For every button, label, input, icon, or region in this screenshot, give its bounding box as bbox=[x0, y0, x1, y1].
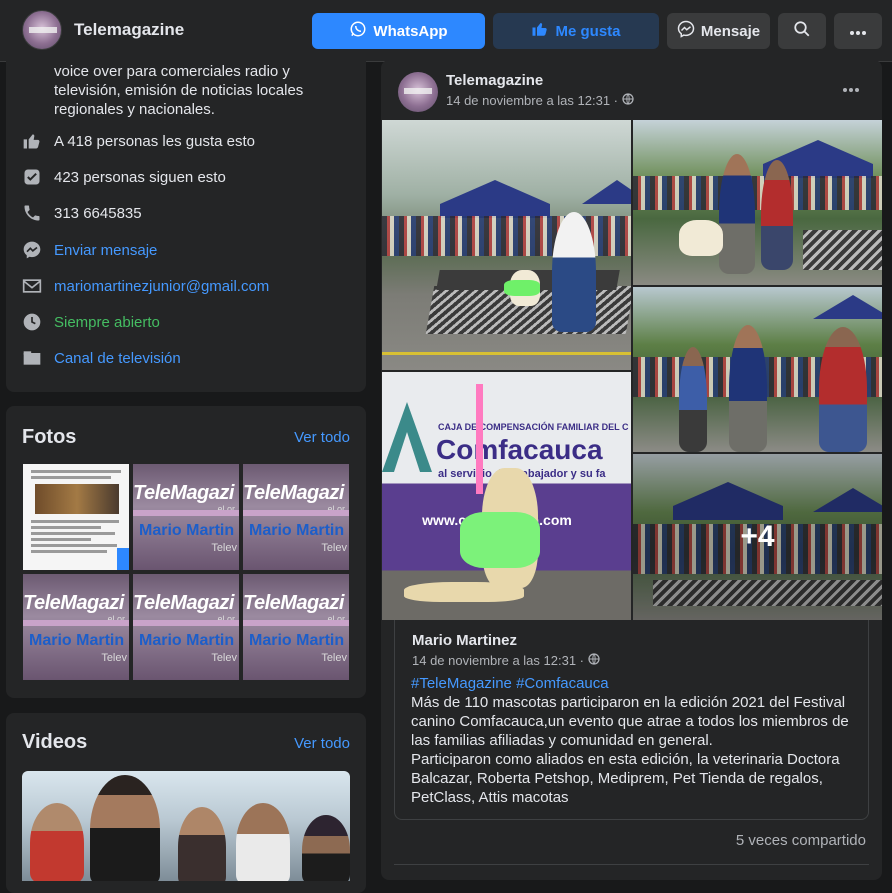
messenger-icon bbox=[22, 240, 42, 260]
likes-count: A 418 personas les gusta esto bbox=[54, 132, 255, 150]
photos-title: Fotos bbox=[22, 426, 77, 448]
followers-row: 423 personas siguen esto bbox=[22, 166, 226, 188]
tag-icon bbox=[22, 348, 42, 368]
original-timestamp[interactable]: 14 de noviembre a las 12:31 · bbox=[412, 653, 600, 668]
post-photo[interactable] bbox=[382, 120, 631, 370]
videos-see-all-link[interactable]: Ver todo bbox=[294, 735, 350, 752]
envelope-icon bbox=[22, 276, 42, 296]
globe-icon bbox=[588, 653, 600, 668]
divider bbox=[394, 864, 869, 865]
photo-thumbnail[interactable]: TeleMagazi el or Mario Martin Telev bbox=[133, 464, 239, 570]
like-label: Me gusta bbox=[555, 22, 621, 40]
original-author-name[interactable]: Mario Martinez bbox=[412, 632, 517, 649]
send-message-link[interactable]: Enviar mensaje bbox=[54, 242, 157, 259]
post-photo[interactable]: CAJA DE COMPENSACIÓN FAMILIAR DEL C Comf… bbox=[382, 372, 631, 620]
post-timestamp[interactable]: 14 de noviembre a las 12:31 · bbox=[446, 93, 634, 108]
post-text: #TeleMagazine #Comfacauca Más de 110 mas… bbox=[411, 674, 861, 807]
more-photos-count: +4 bbox=[633, 454, 882, 620]
clock-icon bbox=[22, 312, 42, 332]
photo-thumbnail[interactable]: TeleMagazi el or Mario Martin Telev bbox=[23, 574, 129, 680]
phone-number[interactable]: 313 6645835 bbox=[54, 205, 142, 222]
post-paragraph: Participaron como aliados en esta edició… bbox=[411, 751, 840, 806]
opening-hours: Siempre abierto bbox=[54, 313, 160, 331]
like-icon bbox=[22, 131, 42, 151]
videos-card: Videos Ver todo bbox=[6, 713, 366, 893]
post-author-avatar[interactable] bbox=[398, 72, 438, 112]
photo-thumbnail[interactable]: TeleMagazi el or Mario Martin Telev bbox=[243, 464, 349, 570]
photo-thumbnail[interactable]: TeleMagazi el or Mario Martin Telev bbox=[243, 574, 349, 680]
post-card: Telemagazine 14 de noviembre a las 12:31… bbox=[381, 60, 882, 880]
post-paragraph: Más de 110 mascotas participaron en la e… bbox=[411, 694, 849, 749]
shared-post: Mario Martinez 14 de noviembre a las 12:… bbox=[394, 620, 869, 820]
photo-thumbnail[interactable]: TeleMagazi el or Mario Martin Telev bbox=[133, 574, 239, 680]
email-row[interactable]: mariomartinezjunior@gmail.com bbox=[22, 275, 269, 297]
likes-row: A 418 personas les gusta esto bbox=[22, 130, 255, 152]
whatsapp-button[interactable]: WhatsApp bbox=[312, 13, 485, 49]
video-thumbnail[interactable] bbox=[22, 771, 350, 881]
send-message-row[interactable]: Enviar mensaje bbox=[22, 239, 157, 261]
phone-row: 313 6645835 bbox=[22, 202, 142, 224]
videos-title: Videos bbox=[22, 731, 88, 753]
whatsapp-icon bbox=[349, 20, 367, 42]
more-photos-tile[interactable]: +4 bbox=[633, 454, 882, 620]
post-hashtags[interactable]: #TeleMagazine #Comfacauca bbox=[411, 674, 861, 693]
about-description: voice over para comerciales radio y tele… bbox=[54, 63, 304, 118]
whatsapp-label: WhatsApp bbox=[373, 22, 448, 40]
post-photo[interactable] bbox=[633, 287, 882, 452]
photos-see-all-link[interactable]: Ver todo bbox=[294, 429, 350, 446]
page-header: Telemagazine WhatsApp Me gusta Mensaje bbox=[0, 0, 892, 62]
page-avatar[interactable] bbox=[22, 10, 62, 50]
thumbs-up-icon bbox=[531, 20, 549, 42]
followers-count: 423 personas siguen esto bbox=[54, 168, 226, 186]
email-link[interactable]: mariomartinezjunior@gmail.com bbox=[54, 278, 269, 295]
post-more-button[interactable] bbox=[842, 80, 860, 98]
photos-card: Fotos Ver todo TeleMagazi el or Mario Ma… bbox=[6, 406, 366, 698]
category-link[interactable]: Canal de televisión bbox=[54, 350, 181, 367]
about-card: voice over para comerciales radio y tele… bbox=[6, 60, 366, 392]
messenger-icon bbox=[677, 20, 695, 42]
like-page-button[interactable]: Me gusta bbox=[493, 13, 659, 49]
follow-check-icon bbox=[22, 167, 42, 187]
phone-icon bbox=[22, 203, 42, 223]
message-button[interactable]: Mensaje bbox=[667, 13, 770, 49]
share-count[interactable]: 5 veces compartido bbox=[736, 832, 866, 849]
hours-row: Siempre abierto bbox=[22, 311, 160, 333]
more-icon bbox=[849, 23, 867, 40]
page-title[interactable]: Telemagazine bbox=[74, 20, 184, 40]
post-author-name[interactable]: Telemagazine bbox=[446, 72, 543, 89]
search-icon bbox=[793, 20, 811, 42]
message-label: Mensaje bbox=[700, 22, 761, 40]
search-button[interactable] bbox=[778, 13, 826, 49]
globe-icon bbox=[622, 93, 634, 108]
photo-thumbnail[interactable] bbox=[23, 464, 129, 570]
category-row[interactable]: Canal de televisión bbox=[22, 347, 181, 369]
post-photo[interactable] bbox=[633, 120, 882, 285]
more-icon bbox=[842, 80, 860, 97]
more-options-button[interactable] bbox=[834, 13, 882, 49]
